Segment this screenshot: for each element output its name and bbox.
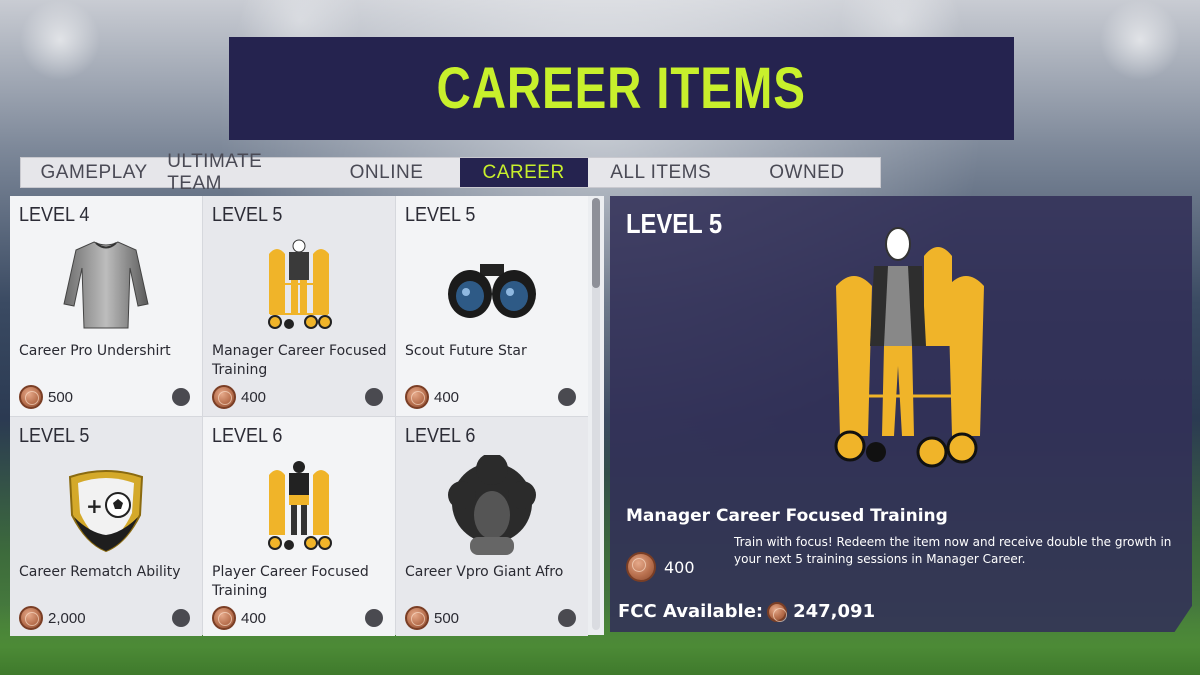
item-price: 2,000 (19, 606, 86, 630)
fcc-value: 247,091 (793, 601, 876, 622)
tab-all-items[interactable]: ALL ITEMS (588, 158, 734, 187)
coin-icon (405, 385, 429, 409)
coin-icon (405, 606, 429, 630)
tab-gameplay[interactable]: GAMEPLAY (21, 158, 167, 187)
scroll-thumb[interactable] (592, 198, 600, 288)
page-title: CAREER ITEMS (436, 56, 807, 121)
item-card[interactable]: LEVEL 5 + Career Rematch Ability 2,000 (10, 417, 202, 636)
item-price-value: 500 (434, 609, 460, 627)
coin-icon (19, 385, 43, 409)
owned-indicator (172, 388, 190, 406)
item-level: LEVEL 5 (405, 204, 476, 226)
binoculars-icon (448, 264, 536, 318)
item-name: Career Rematch Ability (19, 564, 181, 580)
item-level: LEVEL 5 (212, 204, 283, 226)
tab-ultimate-team[interactable]: ULTIMATE TEAM (167, 151, 313, 194)
item-card[interactable]: LEVEL 5 Manager Career Focused Training … (203, 196, 395, 416)
owned-indicator (172, 609, 190, 627)
coin-icon (19, 606, 43, 630)
fcc-available: FCC Available: 247,091 (618, 601, 875, 622)
item-card[interactable]: LEVEL 5 Scout Future Star 400 (396, 196, 588, 416)
item-level: LEVEL 6 (212, 425, 283, 447)
item-price: 400 (405, 385, 459, 409)
item-price-value: 400 (241, 609, 267, 627)
item-level: LEVEL 5 (19, 425, 90, 447)
item-level: LEVEL 4 (19, 204, 90, 226)
tab-career[interactable]: CAREER (459, 158, 588, 187)
undershirt-icon (63, 241, 149, 329)
item-card[interactable]: LEVEL 6 Player Career Focused Training 4… (203, 417, 395, 636)
items-grid-panel: LEVEL 4 Career Pro Undershirt 500 LEVEL … (10, 196, 604, 636)
item-price: 500 (19, 385, 73, 409)
item-price-value: 500 (48, 388, 74, 406)
owned-indicator (365, 388, 383, 406)
svg-text:+: + (86, 494, 103, 518)
fcc-label: FCC Available: (618, 601, 764, 622)
item-name: Career Vpro Giant Afro (405, 564, 564, 580)
coin-icon (212, 385, 236, 409)
owned-indicator (365, 609, 383, 627)
item-name: Manager Career Focused Training (212, 343, 387, 378)
detail-price: 400 (626, 552, 695, 582)
owned-indicator (558, 609, 576, 627)
manager-training-icon (268, 239, 332, 329)
coin-icon (626, 552, 656, 582)
item-level: LEVEL 6 (405, 425, 476, 447)
tab-bar: GAMEPLAY ULTIMATE TEAM ONLINE CAREER ALL… (20, 151, 881, 194)
item-card[interactable]: LEVEL 6 Career Vpro Giant Afro 500 (396, 417, 588, 636)
items-grid: LEVEL 4 Career Pro Undershirt 500 LEVEL … (10, 196, 588, 636)
coin-icon (212, 606, 236, 630)
grid-scrollbar[interactable] (592, 198, 600, 630)
item-price: 500 (405, 606, 459, 630)
tab-owned[interactable]: OWNED (734, 158, 880, 187)
detail-price-value: 400 (664, 557, 695, 577)
detail-description: Train with focus! Redeem the item now an… (734, 535, 1172, 566)
coin-icon (767, 601, 788, 622)
player-training-icon (268, 461, 332, 550)
item-name: Career Pro Undershirt (19, 343, 171, 359)
detail-level: LEVEL 5 (626, 208, 723, 239)
item-price: 400 (212, 606, 266, 630)
item-price-value: 2,000 (48, 609, 86, 627)
owned-indicator (558, 388, 576, 406)
item-card[interactable]: LEVEL 4 Career Pro Undershirt 500 (10, 196, 202, 416)
title-banner: CAREER ITEMS (229, 37, 1014, 140)
detail-item-name: Manager Career Focused Training (626, 506, 948, 526)
item-price-value: 400 (241, 388, 267, 406)
item-price: 400 (212, 385, 266, 409)
item-name: Scout Future Star (405, 343, 527, 359)
item-name: Player Career Focused Training (212, 564, 369, 599)
afro-icon (448, 455, 536, 555)
item-detail-panel: LEVEL 5 Manager Career Focused Training … (610, 196, 1192, 632)
tab-online[interactable]: ONLINE (313, 158, 459, 187)
item-price-value: 400 (434, 388, 460, 406)
rematch-shield-icon: + (68, 470, 144, 553)
manager-training-icon (834, 227, 984, 468)
